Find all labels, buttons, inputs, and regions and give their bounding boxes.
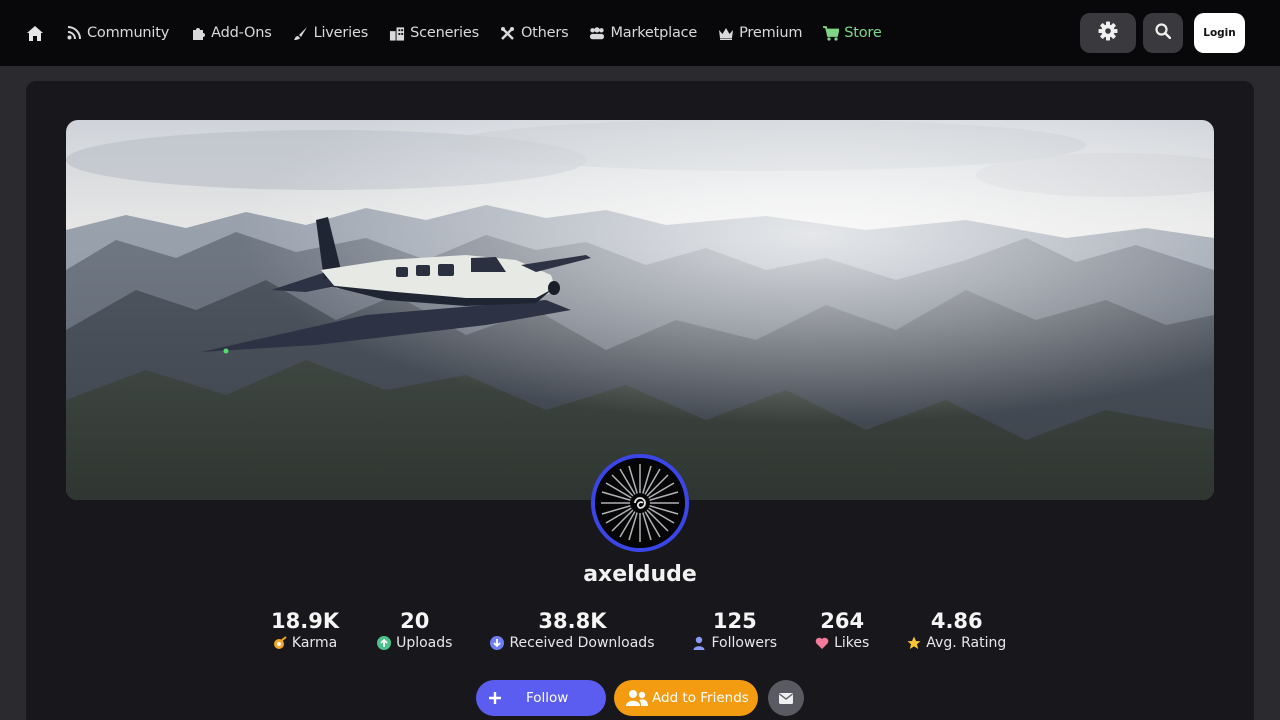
stat-label-row: Karma	[273, 635, 337, 651]
stat-label: Avg. Rating	[926, 635, 1007, 651]
crown-icon	[718, 25, 734, 41]
nav-label: Store	[844, 25, 882, 41]
stat-value: 4.86	[930, 609, 983, 633]
cart-icon	[823, 25, 840, 41]
profile-stats: 18.9K Karma 20 Uploads 38.8K Received Do…	[271, 608, 1006, 660]
stat-label: Uploads	[396, 635, 453, 651]
stat-label-row: Likes	[815, 635, 869, 651]
stat-label: Received Downloads	[509, 635, 655, 651]
nav-item-community[interactable]: Community	[66, 0, 169, 66]
nav-item-store[interactable]: Store	[823, 0, 882, 66]
stat-likes: 264 Likes	[815, 608, 869, 660]
people-icon	[589, 25, 605, 41]
nav-label: Marketplace	[610, 25, 698, 41]
stat-value: 264	[820, 609, 865, 633]
stat-label-row: Avg. Rating	[907, 635, 1006, 651]
upload-icon	[377, 636, 392, 650]
stat-value: 20	[400, 609, 430, 633]
users-icon	[625, 689, 649, 707]
nav-item-others[interactable]: Others	[500, 0, 569, 66]
stat-label-row: Received Downloads	[490, 635, 654, 651]
plus-icon	[488, 691, 502, 705]
nav-label: Liveries	[313, 25, 369, 41]
stat-received-downloads: 38.8K Received Downloads	[490, 608, 654, 660]
follow-label: Follow	[526, 690, 569, 706]
tools-icon	[500, 25, 516, 41]
nav-item-add-ons[interactable]: Add-Ons	[190, 0, 272, 66]
login-button[interactable]: Login	[1194, 13, 1245, 53]
add-to-friends-button[interactable]: Add to Friends	[614, 680, 758, 716]
profile-card: axeldude 18.9K Karma 20 Uploads 38.8K Re…	[26, 81, 1254, 720]
search-button[interactable]	[1143, 13, 1183, 53]
stat-label: Likes	[834, 635, 870, 651]
stat-karma: 18.9K Karma	[271, 608, 339, 660]
nav-label: Premium	[739, 25, 803, 41]
nav-item-premium[interactable]: Premium	[718, 0, 802, 66]
stat-label: Followers	[711, 635, 778, 651]
rss-icon	[66, 25, 82, 41]
stat-followers: 125 Followers	[692, 608, 777, 660]
message-button[interactable]	[768, 680, 804, 716]
top-navbar: Community Add-Ons Liveries Sceneries Oth…	[0, 0, 1280, 66]
download-icon	[490, 636, 505, 650]
follow-button[interactable]: Follow	[476, 680, 606, 716]
nav-label: Others	[520, 25, 569, 41]
friends-label: Add to Friends	[652, 690, 749, 706]
heart-icon	[815, 636, 829, 650]
stat-label: Karma	[291, 635, 338, 651]
settings-button[interactable]	[1080, 13, 1136, 53]
stat-value: 38.8K	[538, 609, 607, 633]
profile-actions: Follow Add to Friends	[476, 680, 804, 716]
nav-label: Sceneries	[410, 25, 479, 41]
stat-value: 18.9K	[271, 609, 340, 633]
stat-label-row: Uploads	[377, 635, 452, 651]
karma-icon	[273, 636, 287, 650]
avatar[interactable]	[591, 454, 689, 552]
stat-label-row: Followers	[692, 635, 777, 651]
nav-label: Community	[87, 25, 170, 41]
nav-item-liveries[interactable]: Liveries	[293, 0, 368, 66]
profile-username: axeldude	[583, 562, 697, 587]
nav-label: Add-Ons	[211, 25, 272, 41]
home-icon[interactable]	[24, 22, 46, 44]
gear-icon	[1098, 21, 1118, 45]
nav-item-marketplace[interactable]: Marketplace	[589, 0, 697, 66]
stat-avg-rating: 4.86 Avg. Rating	[907, 608, 1006, 660]
buildings-icon	[389, 25, 405, 41]
stat-uploads: 20 Uploads	[377, 608, 452, 660]
profile-banner-image	[66, 120, 1214, 500]
search-icon	[1155, 23, 1172, 43]
user-icon	[692, 636, 706, 650]
nav-item-sceneries[interactable]: Sceneries	[389, 0, 479, 66]
star-icon	[907, 636, 921, 650]
envelope-icon	[779, 689, 793, 708]
stat-value: 125	[712, 609, 757, 633]
brush-icon	[293, 25, 309, 41]
puzzle-icon	[190, 25, 206, 41]
main-nav: Community Add-Ons Liveries Sceneries Oth…	[66, 0, 903, 66]
